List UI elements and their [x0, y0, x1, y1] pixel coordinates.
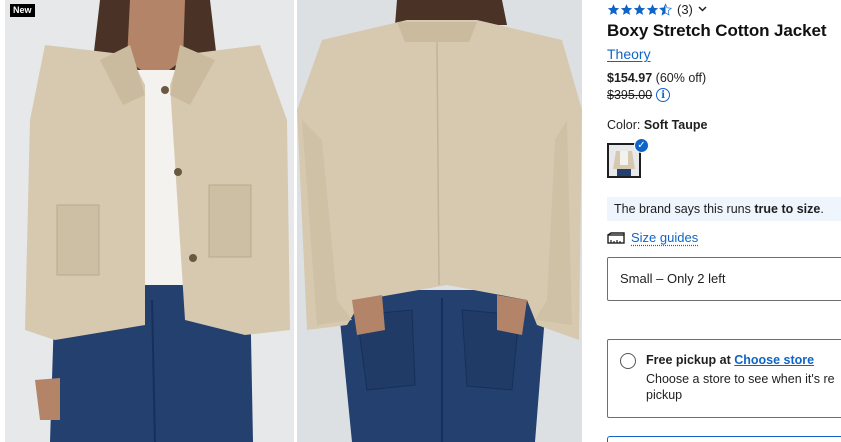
pickup-title-text: Free pickup at	[646, 353, 734, 367]
ruler-icon	[607, 232, 625, 244]
review-count: (3)	[677, 2, 693, 17]
fit-note-suffix: .	[820, 202, 823, 216]
size-select[interactable]: Small – Only 2 left	[607, 257, 841, 301]
size-guides-link[interactable]: Size guides	[607, 230, 698, 245]
color-label: Color:	[607, 118, 640, 132]
brand-link[interactable]: Theory	[607, 46, 651, 62]
size-guides-label: Size guides	[631, 230, 698, 245]
new-badge: New	[10, 4, 35, 17]
fit-note-prefix: The brand says this runs	[614, 202, 754, 216]
product-title: Boxy Stretch Cotton Jacket	[607, 21, 826, 41]
color-value: Soft Taupe	[644, 118, 708, 132]
pickup-description: Choose a store to see when it's re picku…	[646, 371, 841, 403]
fit-note: The brand says this runs true to size.	[607, 197, 841, 221]
star-icon	[607, 3, 620, 16]
rating-summary[interactable]: (3)	[607, 2, 707, 17]
star-icon	[633, 3, 646, 16]
discount-percent: (60% off)	[656, 71, 707, 85]
product-image-front[interactable]: New	[5, 0, 294, 442]
current-price: $154.97 (60% off)	[607, 71, 706, 85]
star-icon	[646, 3, 659, 16]
color-selection-label: Color: Soft Taupe	[607, 118, 707, 132]
pickup-desc-line2: pickup	[646, 387, 841, 403]
star-rating	[607, 3, 672, 16]
pickup-radio[interactable]	[620, 353, 636, 369]
pickup-title: Free pickup at Choose store	[646, 353, 814, 367]
original-price-row: $395.00 i	[607, 88, 670, 102]
sale-price: $154.97	[607, 71, 652, 85]
product-info-panel: (3) Boxy Stretch Cotton Jacket Theory $1…	[607, 0, 841, 442]
info-icon[interactable]: i	[656, 88, 670, 102]
selected-check-icon: ✓	[634, 138, 649, 153]
star-half-icon	[659, 3, 672, 16]
pickup-option-card[interactable]: Free pickup at Choose store Choose a sto…	[607, 339, 841, 418]
fit-note-emphasis: true to size	[754, 202, 820, 216]
next-option-card-edge[interactable]	[607, 436, 841, 442]
star-icon	[620, 3, 633, 16]
choose-store-link[interactable]: Choose store	[734, 353, 814, 367]
product-image-back[interactable]	[297, 0, 582, 442]
original-price: $395.00	[607, 88, 652, 102]
pickup-desc-line1: Choose a store to see when it's re	[646, 371, 841, 387]
chevron-down-icon	[698, 4, 707, 15]
